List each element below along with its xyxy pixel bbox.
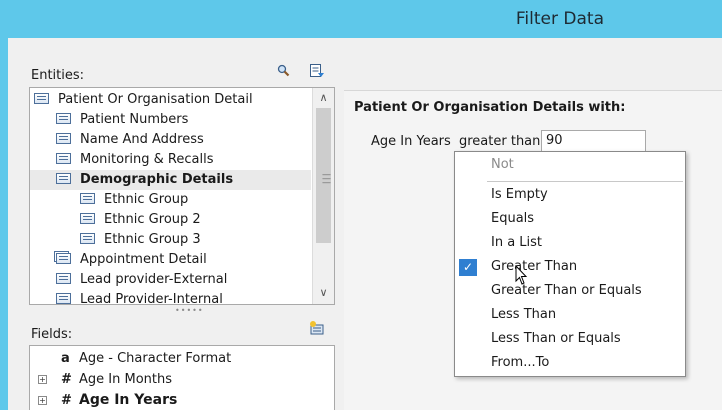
menu-item-equals[interactable]: Equals (455, 207, 685, 231)
tree-node-label: Monitoring & Recalls (80, 152, 214, 167)
menu-item-not: Not (455, 153, 685, 177)
tree-node-label: Ethnic Group (104, 192, 189, 207)
window-title: Filter Data (515, 9, 604, 29)
tree-node[interactable]: Appointment Detail (56, 250, 207, 270)
table-icon (34, 93, 49, 104)
splitter-handle[interactable]: ••••• (175, 306, 204, 315)
number-type-icon: # (61, 393, 72, 408)
tree-node-selected[interactable]: Demographic Details (30, 170, 311, 190)
menu-item-label: In a List (491, 235, 543, 250)
menu-item-is-empty[interactable]: Is Empty (455, 183, 685, 207)
table-icon (56, 153, 71, 164)
field-item-active[interactable]: + # Age In Years (30, 390, 320, 410)
tree-node-label: Lead Provider-Internal (80, 292, 223, 305)
field-label: Age In Months (79, 372, 172, 387)
scroll-thumb[interactable]: — — — (316, 108, 331, 243)
tree-node-label: Appointment Detail (80, 252, 207, 267)
field-label: Age - Character Format (79, 351, 232, 366)
expand-icon[interactable]: + (38, 375, 47, 384)
tree-node-label: Demographic Details (80, 172, 234, 187)
mouse-pointer-icon (515, 264, 529, 287)
criteria-field-label: Age In Years (371, 134, 451, 149)
grip-icon: — — — (322, 170, 331, 188)
table-icon (56, 273, 71, 284)
tree-node-label: Ethnic Group 3 (104, 232, 201, 247)
number-type-icon: # (61, 372, 72, 387)
tree-node[interactable]: Ethnic Group 3 (80, 230, 201, 250)
text-type-icon: a (61, 351, 70, 366)
tree-node[interactable]: Patient Numbers (56, 110, 188, 130)
field-label: Age In Years (79, 392, 178, 408)
export-list-icon[interactable] (309, 63, 325, 79)
menu-item-label: Greater Than (491, 259, 578, 274)
tree-node-label: Patient Numbers (80, 112, 189, 127)
tree-node-label: Patient Or Organisation Detail (58, 92, 253, 107)
tree-node-label: Ethnic Group 2 (104, 212, 201, 227)
tree-node-label: Lead provider-External (80, 272, 228, 287)
tree-node[interactable]: Ethnic Group (80, 190, 188, 210)
fields-label: Fields: (31, 327, 73, 342)
tree-node[interactable]: Lead provider-External (56, 270, 227, 290)
operator-menu: Not Is Empty Equals In a List ✓ Greater … (454, 151, 686, 377)
tree-node[interactable]: Lead Provider-Internal (56, 290, 223, 305)
menu-item-label: Greater Than or Equals (491, 283, 642, 298)
tree-node[interactable]: Monitoring & Recalls (56, 150, 213, 170)
table-icon (56, 173, 71, 184)
operator-link[interactable]: greater than (459, 134, 540, 149)
table-icon (56, 113, 71, 124)
menu-item-less-than-or-equals[interactable]: Less Than or Equals (455, 327, 685, 351)
menu-item-label: Less Than (491, 307, 557, 322)
menu-item-label: Equals (491, 211, 535, 226)
tree-node[interactable]: Patient Or Organisation Detail (34, 90, 253, 110)
table-icon (80, 213, 95, 224)
expand-icon[interactable]: + (38, 396, 47, 405)
menu-separator (487, 181, 683, 182)
fields-list[interactable]: a Age - Character Format + # Age In Mont… (29, 345, 335, 410)
tree-scrollbar[interactable]: ∧ — — — ∨ (312, 88, 334, 304)
criteria-value-input[interactable]: 90 (541, 130, 646, 152)
checkmark-icon: ✓ (459, 259, 477, 276)
entities-label: Entities: (31, 68, 85, 83)
tree-node[interactable]: Name And Address (56, 130, 204, 150)
tree-node[interactable]: Ethnic Group 2 (80, 210, 201, 230)
magnifier-icon[interactable] (276, 63, 292, 79)
menu-item-label: From...To (491, 355, 550, 370)
table-icon (56, 133, 71, 144)
menu-item-label: Is Empty (491, 187, 548, 202)
criteria-header: Patient Or Organisation Details with: (354, 100, 626, 115)
menu-item-in-a-list[interactable]: In a List (455, 231, 685, 255)
scroll-down-icon[interactable]: ∨ (313, 284, 334, 302)
field-item[interactable]: a Age - Character Format (30, 348, 320, 369)
menu-item-label: Less Than or Equals (491, 331, 621, 346)
table-icon (80, 193, 95, 204)
table-icon (80, 233, 95, 244)
entities-tree[interactable]: Patient Or Organisation Detail Patient N… (29, 87, 335, 305)
menu-item-label: Not (491, 157, 514, 172)
menu-item-greater-than[interactable]: ✓ Greater Than (455, 255, 685, 279)
scroll-up-icon[interactable]: ∧ (313, 89, 334, 107)
table-stack-icon (56, 253, 71, 264)
title-bar: Filter Data (0, 0, 722, 38)
add-field-icon[interactable] (309, 320, 325, 336)
menu-item-from-to[interactable]: From...To (455, 351, 685, 375)
tree-node-label: Name And Address (80, 132, 204, 147)
field-item[interactable]: + # Age In Months (30, 369, 320, 390)
menu-item-less-than[interactable]: Less Than (455, 303, 685, 327)
menu-item-greater-than-or-equals[interactable]: Greater Than or Equals (455, 279, 685, 303)
table-icon (56, 293, 71, 304)
